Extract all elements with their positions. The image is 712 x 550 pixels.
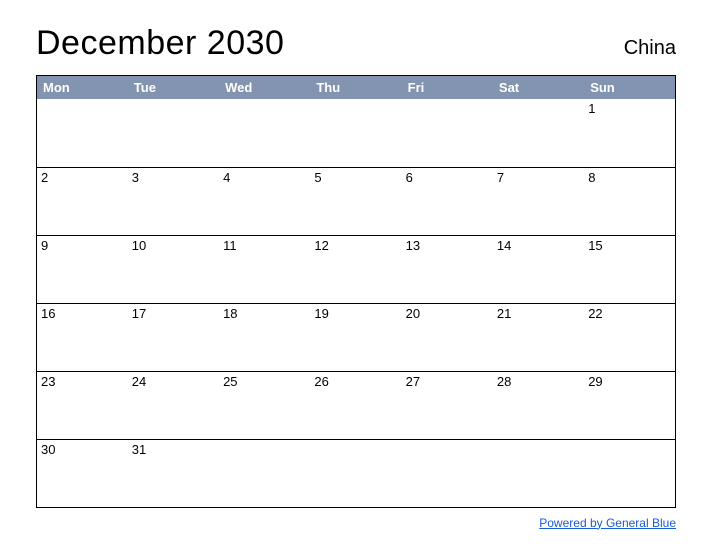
day-header: Fri (402, 76, 493, 100)
calendar-day: 19 (310, 303, 401, 371)
calendar-day: 28 (493, 371, 584, 439)
calendar-region: China (624, 37, 676, 60)
calendar-day: 8 (584, 167, 675, 235)
calendar-day: 15 (584, 235, 675, 303)
calendar-day: 6 (402, 167, 493, 235)
calendar-day: 18 (219, 303, 310, 371)
calendar-day: 10 (128, 235, 219, 303)
calendar-day: 13 (402, 235, 493, 303)
calendar-day (219, 439, 310, 507)
calendar-day: 12 (310, 235, 401, 303)
calendar-day: 23 (37, 371, 128, 439)
calendar-day (493, 99, 584, 167)
calendar-day: 14 (493, 235, 584, 303)
footer: Powered by General Blue (36, 514, 676, 532)
calendar-day (219, 99, 310, 167)
calendar-day: 31 (128, 439, 219, 507)
calendar-day: 26 (310, 371, 401, 439)
calendar-day: 11 (219, 235, 310, 303)
calendar-day: 2 (37, 167, 128, 235)
calendar-day: 24 (128, 371, 219, 439)
calendar-day (310, 99, 401, 167)
calendar-week: 16 17 18 19 20 21 22 (37, 303, 676, 371)
calendar-day (128, 99, 219, 167)
calendar-week: 30 31 (37, 439, 676, 507)
calendar-day: 9 (37, 235, 128, 303)
calendar-day: 1 (584, 99, 675, 167)
day-header: Sat (493, 76, 584, 100)
calendar-day: 4 (219, 167, 310, 235)
calendar-header: December 2030 China (36, 24, 676, 63)
day-header: Tue (128, 76, 219, 100)
calendar-week: 2 3 4 5 6 7 8 (37, 167, 676, 235)
calendar-day: 20 (402, 303, 493, 371)
calendar-title: December 2030 (36, 24, 284, 63)
calendar-day: 27 (402, 371, 493, 439)
calendar-day: 29 (584, 371, 675, 439)
calendar-day: 30 (37, 439, 128, 507)
calendar-day: 25 (219, 371, 310, 439)
calendar-day (584, 439, 675, 507)
calendar-table: Mon Tue Wed Thu Fri Sat Sun 1 2 3 4 5 6 … (36, 75, 676, 508)
calendar-day: 16 (37, 303, 128, 371)
day-header-row: Mon Tue Wed Thu Fri Sat Sun (37, 76, 676, 100)
calendar-day: 17 (128, 303, 219, 371)
calendar-day (37, 99, 128, 167)
day-header: Mon (37, 76, 128, 100)
calendar-day (493, 439, 584, 507)
calendar-week: 9 10 11 12 13 14 15 (37, 235, 676, 303)
powered-by-link[interactable]: Powered by General Blue (539, 516, 676, 530)
calendar-day (310, 439, 401, 507)
calendar-week: 23 24 25 26 27 28 29 (37, 371, 676, 439)
calendar-day: 21 (493, 303, 584, 371)
calendar-day: 3 (128, 167, 219, 235)
day-header: Thu (310, 76, 401, 100)
calendar-day (402, 99, 493, 167)
calendar-day: 5 (310, 167, 401, 235)
calendar-day: 7 (493, 167, 584, 235)
day-header: Sun (584, 76, 675, 100)
calendar-day: 22 (584, 303, 675, 371)
calendar-week: 1 (37, 99, 676, 167)
day-header: Wed (219, 76, 310, 100)
calendar-day (402, 439, 493, 507)
